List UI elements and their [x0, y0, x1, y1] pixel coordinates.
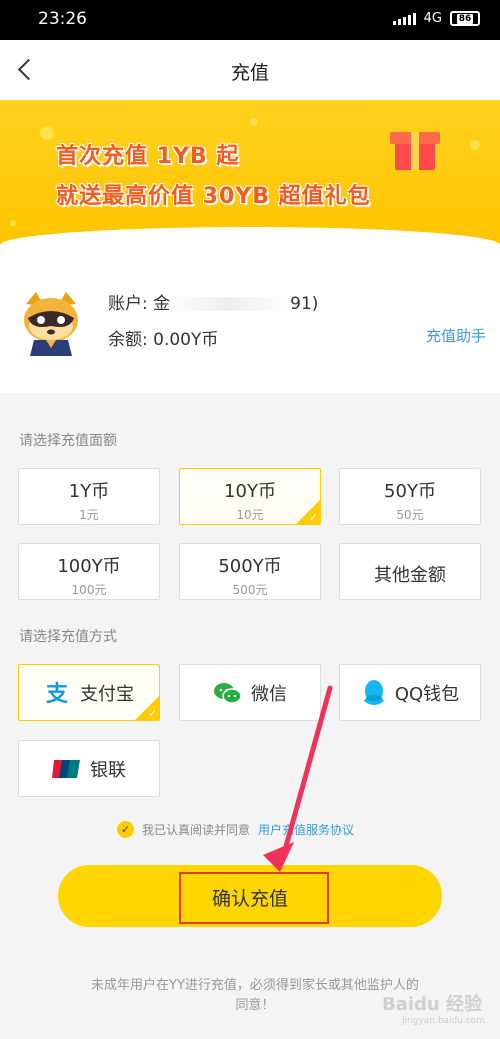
- promo-banner[interactable]: 首次充值 1YB 起 就送最高价值 30YB 超值礼包: [0, 100, 500, 245]
- recharge-helper-link[interactable]: 充值助手: [426, 325, 486, 346]
- status-bar: 23:26 4G 86: [0, 0, 500, 40]
- amount-option-500[interactable]: 500Y币 500元: [179, 543, 321, 600]
- wechat-icon: [214, 682, 242, 704]
- baidu-watermark: Baidu 经验 jingyan.baidu.com: [382, 994, 486, 1026]
- agreement-checkbox[interactable]: ✓: [117, 821, 134, 838]
- selected-check-icon: [296, 500, 320, 524]
- amount-option-100[interactable]: 100Y币 100元: [18, 543, 160, 600]
- account-username: 账户: 金 91): [108, 294, 319, 314]
- network-type: 4G: [423, 11, 442, 26]
- gift-box-icon: [390, 120, 440, 170]
- agreement-row[interactable]: ✓ 我已认真阅读并同意 用户充值服务协议: [117, 821, 354, 838]
- highlight-box: [179, 872, 329, 924]
- confirm-recharge-button[interactable]: 确认充值: [58, 865, 442, 927]
- payment-section-label: 请选择充值方式: [19, 629, 117, 645]
- banner-line-1: 首次充值 1YB 起: [56, 144, 240, 169]
- page-title: 充值: [230, 62, 269, 84]
- payment-alipay[interactable]: 支 支付宝: [18, 664, 160, 721]
- selected-check-icon: [135, 696, 159, 720]
- qq-icon: [363, 679, 384, 705]
- account-card: 账户: 金 91) 余额: 0.00Y币 充值助手: [0, 245, 500, 393]
- battery-icon: 86: [450, 11, 480, 26]
- minor-notice: 未成年用户在YY进行充值，必须得到家长或其他监护人的同意！: [91, 978, 419, 1013]
- amount-option-1[interactable]: 1Y币 1元: [18, 468, 160, 525]
- payment-qq-wallet[interactable]: QQ钱包: [339, 664, 481, 721]
- signal-icon: [392, 12, 416, 25]
- payment-wechat[interactable]: 微信: [179, 664, 321, 721]
- amount-option-50[interactable]: 50Y币 50元: [339, 468, 481, 525]
- unionpay-icon: [52, 759, 80, 778]
- banner-line-2: 就送最高价值 30YB 超值礼包: [56, 184, 371, 209]
- payment-unionpay[interactable]: 银联: [18, 740, 160, 797]
- amount-option-10[interactable]: 10Y币 10元: [179, 468, 321, 525]
- account-balance: 余额: 0.00Y币: [108, 330, 219, 350]
- agreement-text: 我已认真阅读并同意: [142, 823, 251, 837]
- svg-text:支: 支: [46, 682, 69, 705]
- battery-level: 86: [456, 13, 474, 24]
- status-indicators: 4G 86: [392, 11, 480, 26]
- amount-option-other[interactable]: 其他金额: [339, 543, 481, 600]
- avatar: [24, 292, 78, 356]
- amount-section-label: 请选择充值面额: [19, 433, 117, 449]
- navigation-bar: 充值: [0, 40, 500, 100]
- alipay-icon: 支: [46, 682, 69, 705]
- agreement-link[interactable]: 用户充值服务协议: [258, 821, 354, 838]
- status-time: 23:26: [38, 9, 87, 29]
